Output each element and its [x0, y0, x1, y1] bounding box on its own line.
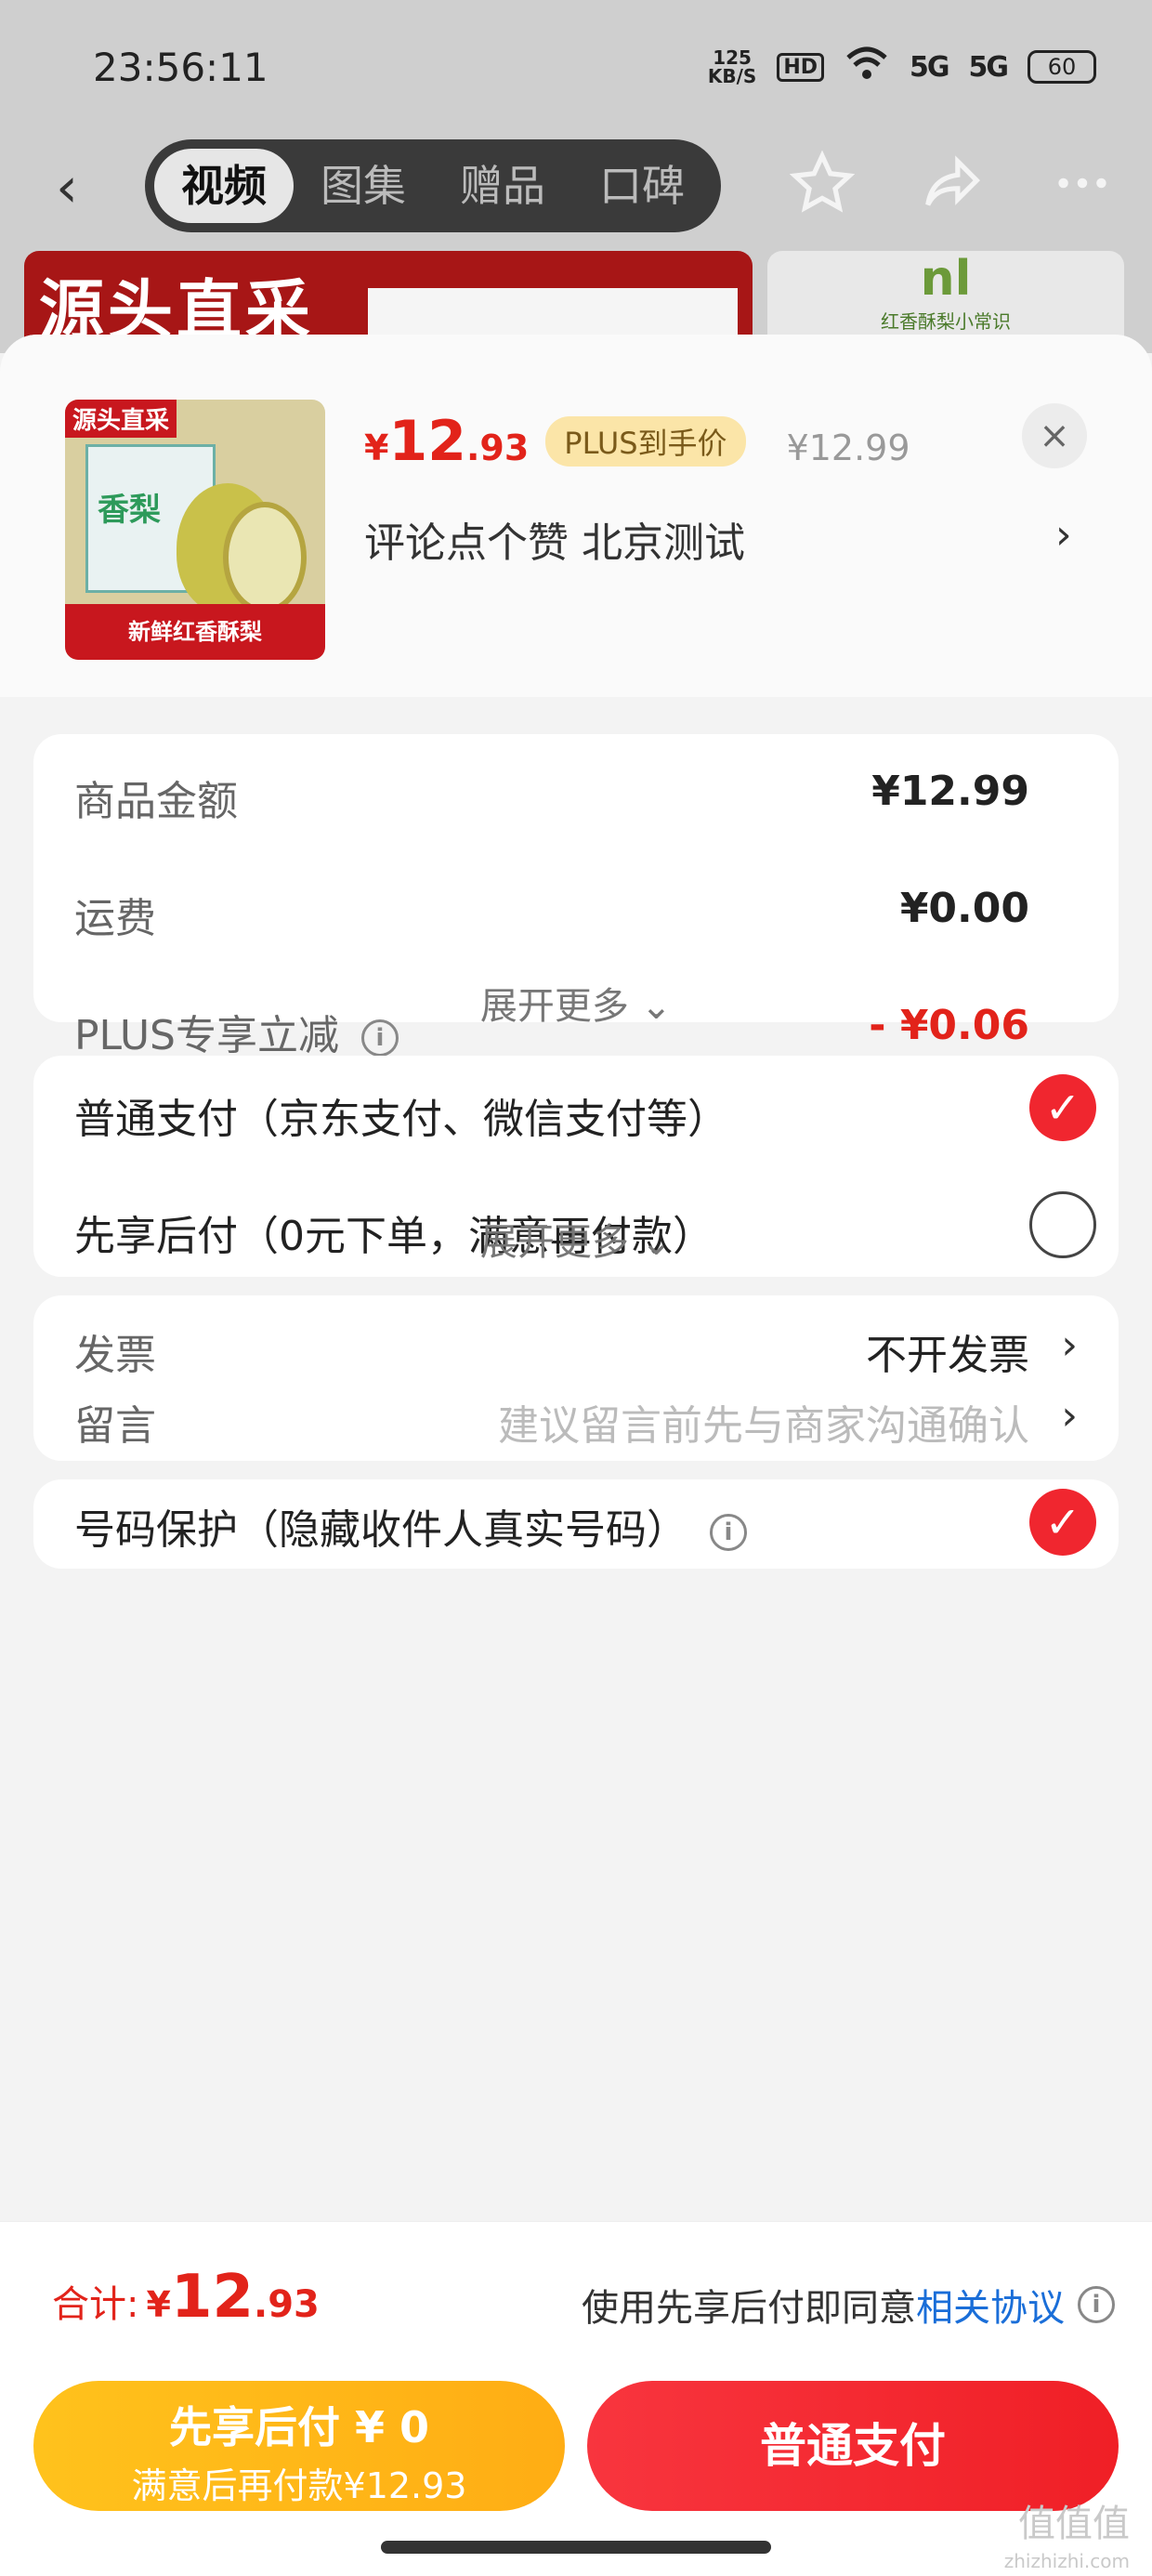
signal-5g-icon-2: 5G — [968, 50, 1009, 84]
agreement-link[interactable]: 相关协议 — [916, 2278, 1065, 2332]
product-header: 香梨 源头直采 新鲜红香酥梨 ¥ 12 .93 PLUS到手价 ¥12.99 ×… — [0, 335, 1152, 697]
pear-half-illustration — [223, 502, 307, 613]
message-label: 留言 — [74, 1402, 156, 1450]
price-decimal: .93 — [465, 427, 530, 468]
signal-5g-icon-1: 5G — [910, 50, 949, 84]
tab-video[interactable]: 视频 — [154, 149, 294, 223]
thumb-tag: 源头直采 — [65, 400, 177, 438]
order-total: 合计: ¥ 12 .93 — [52, 2263, 320, 2332]
payment-expand-area: 展开更多 ⌄ — [33, 1056, 1119, 1277]
normal-pay-button[interactable]: 普通支付 — [587, 2381, 1119, 2511]
original-price: ¥12.99 — [786, 427, 910, 468]
tab-gallery[interactable]: 图集 — [294, 149, 433, 223]
agreement-notice: 使用先享后付即同意 相关协议 i — [582, 2278, 1115, 2332]
price-symbol: ¥ — [364, 427, 389, 468]
spec-selector[interactable]: 评论点个赞 北京测试 — [364, 509, 745, 569]
product-thumbnail[interactable]: 香梨 源头直采 新鲜红香酥梨 — [65, 400, 325, 660]
nav-icons — [789, 150, 1115, 230]
invoice-row[interactable]: 发票 不开发票 › — [74, 1321, 1078, 1379]
close-icon[interactable]: × — [1022, 403, 1087, 468]
watermark: 值值值 zhizhizhi.com — [1003, 2503, 1130, 2572]
agreement-text: 使用先享后付即同意 — [582, 2287, 916, 2330]
tab-gift[interactable]: 赠品 — [433, 149, 572, 223]
home-indicator[interactable] — [381, 2541, 771, 2554]
privacy-card: 号码保护（隐藏收件人真实号码） i ✓ — [33, 1479, 1119, 1569]
invoice-label: 发票 — [74, 1332, 156, 1379]
plus-price-badge: PLUS到手价 — [545, 416, 746, 467]
thumb-caption: 新鲜红香酥梨 — [65, 604, 325, 660]
info-icon[interactable]: i — [1078, 2286, 1115, 2323]
chevron-right-icon[interactable]: › — [1055, 511, 1072, 559]
total-bar: 合计: ¥ 12 .93 使用先享后付即同意 相关协议 i — [0, 2221, 1152, 2370]
share-icon[interactable] — [920, 151, 985, 230]
net-speed: 125 KB/S — [707, 46, 757, 87]
invoice-value: 不开发票 — [866, 1332, 1029, 1379]
chevron-right-icon[interactable]: › — [1061, 1321, 1078, 1369]
wifi-icon — [844, 45, 889, 89]
star-icon[interactable] — [789, 150, 856, 230]
pay-later-subtitle: 满意后再付款¥12.93 — [131, 2465, 467, 2506]
expand-more-fees[interactable]: 展开更多 ⌄ — [33, 976, 1119, 1030]
status-time: 23:56:11 — [93, 45, 268, 90]
chevron-right-icon[interactable]: › — [1061, 1392, 1078, 1439]
message-row[interactable]: 留言 建议留言前先与商家沟通确认 › — [74, 1392, 1078, 1450]
price-integer: 12 — [388, 409, 466, 474]
tab-reviews[interactable]: 口碑 — [572, 149, 712, 223]
more-icon[interactable] — [1050, 151, 1115, 230]
privacy-label: 号码保护（隐藏收件人真实号码） i — [74, 1496, 747, 1556]
pay-later-button[interactable]: 先享后付 ¥ 0 满意后再付款¥12.93 — [33, 2381, 565, 2511]
product-nav: ‹ 视频 图集 赠品 口碑 — [0, 139, 1152, 242]
message-placeholder: 建议留言前先与商家沟通确认 — [498, 1402, 1029, 1450]
banner-tip-title: 红香酥梨小常识 — [881, 310, 1011, 333]
total-integer: 12 — [170, 2263, 254, 2332]
background-page: 23:56:11 125 KB/S HD 5G 5G 60 ‹ 视频 图集 赠品… — [0, 0, 1152, 353]
hd-icon: HD — [777, 52, 824, 82]
pay-later-title: 先享后付 ¥ 0 — [168, 2402, 430, 2452]
checkmark-icon[interactable]: ✓ — [1029, 1489, 1096, 1556]
price-row: ¥ 12 .93 PLUS到手价 ¥12.99 — [364, 409, 910, 474]
tab-pill: 视频 图集 赠品 口碑 — [145, 139, 721, 232]
info-icon[interactable]: i — [710, 1514, 747, 1551]
fees-card-expand-area: 展开更多 ⌄ — [33, 734, 1119, 1037]
privacy-row[interactable]: 号码保护（隐藏收件人真实号码） i ✓ — [74, 1489, 1096, 1556]
total-decimal: .93 — [254, 2283, 320, 2326]
expand-more-payment[interactable]: 展开更多 ⌄ — [33, 1212, 1119, 1266]
battery-icon: 60 — [1028, 50, 1096, 84]
status-indicators: 125 KB/S HD 5G 5G 60 — [708, 45, 1096, 89]
back-icon[interactable]: ‹ — [56, 160, 78, 216]
banner-logo: nl — [920, 251, 972, 307]
total-symbol: ¥ — [146, 2284, 171, 2325]
total-label: 合计: — [52, 2283, 139, 2326]
status-bar: 23:56:11 125 KB/S HD 5G 5G 60 — [0, 0, 1152, 139]
invoice-message-card: 发票 不开发票 › 留言 建议留言前先与商家沟通确认 › — [33, 1295, 1119, 1461]
